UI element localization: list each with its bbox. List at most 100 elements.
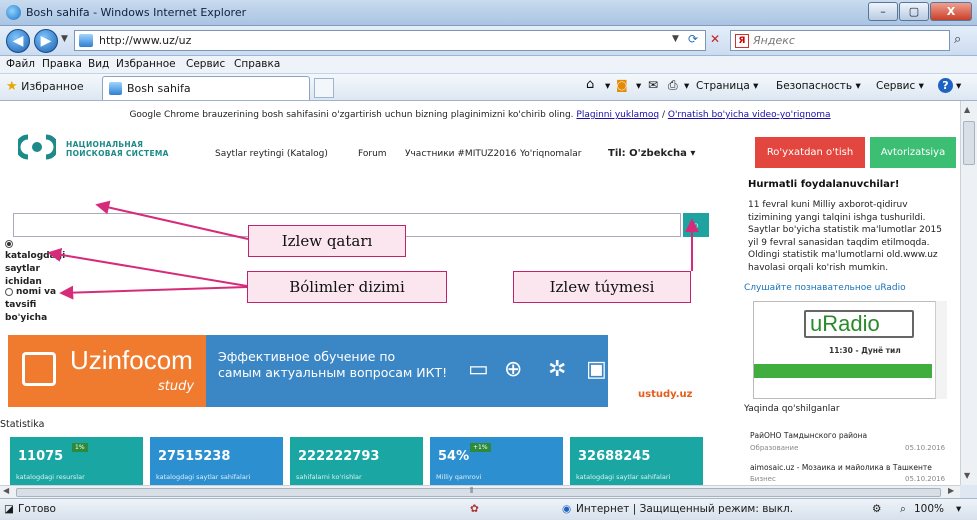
page-menu[interactable]: Страница ▾ [696, 80, 758, 92]
option-title-radio[interactable] [5, 288, 13, 296]
menu-tools[interactable]: Сервис [186, 58, 225, 70]
vertical-scrollbar[interactable]: ▲ ▼ [960, 101, 977, 485]
menu-view[interactable]: Вид [88, 58, 109, 70]
vertical-scroll-thumb[interactable] [963, 121, 975, 165]
recent-item-title[interactable]: РайОНО Тамдынского района [750, 431, 867, 440]
scroll-right-icon[interactable]: ▶ [948, 486, 954, 495]
stat-card-resources[interactable]: 11075 katalogdagi resurslar 1% [10, 437, 143, 485]
tab-favicon [109, 82, 122, 95]
monitor-icon: ▭ [468, 357, 489, 382]
stat-value: 222222793 [298, 449, 380, 464]
arrow-to-option-catalog [47, 247, 248, 287]
tools-menu[interactable]: Сервис ▾ [876, 80, 924, 92]
back-button[interactable]: ◀ [6, 29, 30, 53]
zoom-dropdown-icon[interactable]: ▾ [956, 503, 961, 515]
nav-katalog[interactable]: Saytlar reytingi (Katalog) [215, 149, 328, 159]
horizontal-scrollbar[interactable]: ◀ ⦀ ▶ [0, 485, 960, 498]
menu-favorites[interactable]: Избранное [116, 58, 176, 70]
maximize-button[interactable]: ▢ [899, 2, 929, 21]
favorites-star-icon: ★ [6, 79, 18, 94]
zone-text[interactable]: Интернет | Защищенный режим: выкл. [576, 503, 793, 515]
video-guide-link[interactable]: O'rnatish bo'yicha video-yo'riqnoma [668, 110, 831, 120]
addon-icon[interactable]: ✿ [470, 503, 479, 515]
menu-file[interactable]: Файл [6, 58, 35, 70]
yandex-placeholder: Яндекс [753, 34, 795, 47]
scroll-left-icon[interactable]: ◀ [3, 486, 9, 495]
option-title-label[interactable]: nomi va [16, 286, 56, 299]
home-icon[interactable]: ⌂ [586, 77, 594, 92]
sidebar-paragraph: 11 fevral kuni Milliy axborot-qidiruv ti… [748, 200, 943, 273]
plugin-notice: Google Chrome brauzerining bosh sahifasi… [0, 110, 960, 120]
uzinfocom-banner[interactable]: Uzinfocom study Эффективное обучение по … [8, 335, 704, 407]
login-button[interactable]: Avtorizatsiya [870, 137, 956, 168]
uradio-progress-bar[interactable] [754, 364, 932, 378]
option-catalog-radio[interactable] [5, 240, 13, 248]
scroll-down-icon[interactable]: ▼ [964, 471, 970, 480]
menu-help[interactable]: Справка [234, 58, 280, 70]
zoom-icon: ⌕ [900, 503, 906, 515]
plugin-download-link[interactable]: Plaginni yuklamoq [576, 110, 659, 120]
stat-card-coverage[interactable]: 54% Milliy qamrovi +1% [430, 437, 563, 485]
recent-item-title[interactable]: aimosaic.uz - Мозаика и майолика в Ташке… [750, 463, 932, 472]
gears-icon: ✲ [548, 357, 567, 382]
option-catalog-line2: saytlar [5, 264, 40, 274]
print-dropdown-icon[interactable]: ▾ [684, 80, 689, 92]
address-field[interactable]: http://www.uz/uz [74, 30, 706, 51]
new-tab-button[interactable] [314, 78, 334, 98]
zoom-level[interactable]: 100% [914, 503, 944, 515]
option-catalog-line1: katalogdagi [5, 251, 66, 261]
print-icon[interactable]: ⎙ [668, 78, 678, 93]
refresh-icon[interactable]: ⟳ [688, 32, 698, 46]
address-toolbar: ◀ ▶ ▼ http://www.uz/uz ▼ ⟳ ✕ Я Яндекс ⌕ [0, 26, 977, 56]
nav-guides[interactable]: Yo'riqnomalar [520, 149, 581, 159]
tab-bosh-sahifa[interactable]: Bosh sahifa [102, 76, 310, 100]
minimize-button[interactable]: – [868, 2, 898, 21]
protected-mode-icon[interactable]: ⚙ [872, 503, 881, 515]
logo-line-2: ПОИСКОВАЯ СИСТЕМА [66, 149, 169, 158]
address-dropdown-icon[interactable]: ▼ [672, 34, 679, 44]
favorites-button[interactable]: ★ Избранное [6, 79, 84, 94]
forward-button[interactable]: ▶ [34, 29, 58, 53]
help-dropdown-icon[interactable]: ▾ [956, 80, 961, 92]
safety-menu[interactable]: Безопасность ▾ [776, 80, 861, 92]
stat-card-views[interactable]: 222222793 sahifalarni ko'rishlar [290, 437, 423, 485]
nav-mituz[interactable]: Участники #MITUZ2016 [405, 149, 516, 159]
search-icon[interactable]: ⌕ [954, 32, 961, 47]
menu-edit[interactable]: Правка [42, 58, 82, 70]
feeds-dropdown-icon[interactable]: ▾ [636, 80, 641, 92]
stat-card-site-pages[interactable]: 32688245 katalogdagi saytlar sahifalari [570, 437, 703, 485]
mail-icon[interactable]: ✉ [648, 78, 658, 92]
close-button[interactable]: X [930, 2, 972, 21]
scroll-up-icon[interactable]: ▲ [964, 105, 970, 114]
code-window-icon: ▣ [586, 357, 607, 382]
stop-icon[interactable]: ✕ [710, 32, 720, 46]
home-dropdown-icon[interactable]: ▾ [605, 80, 610, 92]
yandex-logo-icon: Я [735, 34, 749, 48]
url-text: http://www.uz/uz [99, 34, 192, 47]
site-logo-icon[interactable] [18, 134, 56, 160]
option-title-line1: nomi va [16, 287, 57, 297]
logo-line-1: НАЦИОНАЛЬНАЯ [66, 140, 144, 149]
help-icon[interactable]: ? [938, 78, 953, 93]
yandex-search-input[interactable]: Я Яндекс [730, 30, 950, 51]
internet-zone-icon: ◉ [562, 503, 572, 515]
option-catalog-label[interactable]: katalogdagi saytlar ichidan [5, 250, 65, 289]
feeds-icon[interactable]: ◙ [616, 78, 628, 92]
uradio-player[interactable]: uRadio 11:30 - Дунё тил [753, 301, 946, 399]
history-dropdown-icon[interactable]: ▼ [61, 34, 68, 44]
search-button[interactable]: ⌕ [683, 213, 709, 237]
title-bar: Bosh sahifa - Windows Internet Explorer … [0, 0, 977, 26]
horizontal-scroll-thumb[interactable] [16, 488, 941, 497]
uradio-now-playing: 11:30 - Дунё тил [829, 346, 901, 355]
magnifier-icon: ⌕ [692, 218, 700, 232]
stat-card-pages[interactable]: 27515238 katalogdagi saytlar sahifalari [150, 437, 283, 485]
uradio-scrollbar[interactable] [935, 301, 947, 399]
language-selector[interactable]: Til: O'zbekcha ▾ [608, 148, 695, 159]
scroll-grip-icon: ⦀ [470, 486, 474, 495]
nav-forum[interactable]: Forum [358, 149, 387, 159]
banner-brand-sub: study [158, 379, 195, 394]
uradio-heading[interactable]: Слушайте познавательное uRadio [744, 283, 906, 293]
register-button[interactable]: Ro'yxatdan o'tish [755, 137, 865, 168]
recent-heading: Yaqinda qo'shilganlar [744, 404, 840, 414]
status-icon: ◪ [4, 503, 14, 515]
